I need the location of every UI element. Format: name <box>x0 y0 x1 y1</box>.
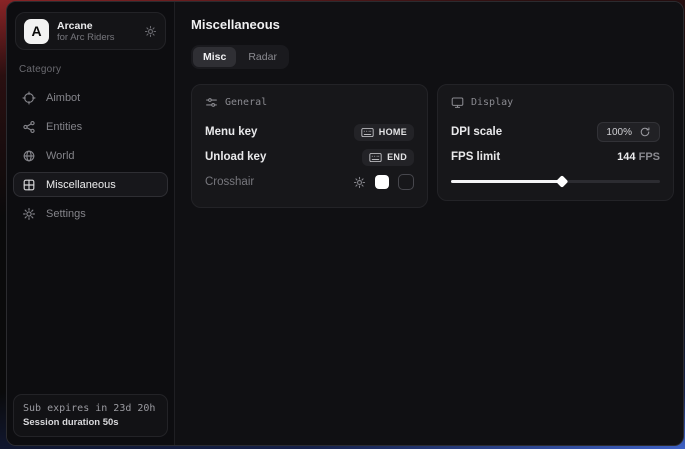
fps-limit-label: FPS limit <box>451 151 500 163</box>
fps-limit-value: 144 FPS <box>617 151 660 163</box>
crosshair-icon <box>22 91 36 105</box>
sliders-icon <box>205 96 218 109</box>
keyboard-icon <box>361 127 374 138</box>
brand-gear-icon[interactable] <box>144 25 157 38</box>
crosshair-settings-gear-icon[interactable] <box>353 176 366 189</box>
sidebar-item-entities[interactable]: Entities <box>13 114 168 139</box>
sidebar: A Arcane for Arc Riders Category <box>7 2 175 445</box>
brand-title: Arcane <box>57 20 136 32</box>
unload-key-value: END <box>387 152 407 162</box>
dpi-scale-control[interactable]: 100% <box>597 122 660 142</box>
crosshair-row: Crosshair <box>205 170 414 194</box>
sidebar-item-aimbot[interactable]: Aimbot <box>13 85 168 110</box>
sidebar-item-label: Settings <box>46 208 86 220</box>
entities-icon <box>22 120 36 134</box>
category-label: Category <box>19 64 162 75</box>
fps-limit-row: FPS limit 144 FPS <box>451 145 660 169</box>
menu-key-value: HOME <box>379 127 407 137</box>
sidebar-item-settings[interactable]: Settings <box>13 201 168 226</box>
fps-limit-slider[interactable] <box>451 175 660 187</box>
sidebar-item-label: Miscellaneous <box>46 179 116 191</box>
general-panel-title: General <box>225 97 267 108</box>
sidebar-item-world[interactable]: World <box>13 143 168 168</box>
display-panel-title: Display <box>471 97 513 108</box>
grid-icon <box>22 178 36 192</box>
app-logo: A <box>24 19 49 44</box>
fps-slider-fill <box>451 180 562 183</box>
unload-key-row: Unload key END <box>205 145 414 169</box>
unload-key-label: Unload key <box>205 151 266 163</box>
fps-number: 144 <box>617 151 635 163</box>
menu-key-bind-button[interactable]: HOME <box>354 124 414 141</box>
fps-unit: FPS <box>639 151 660 163</box>
monitor-icon <box>451 96 464 109</box>
menu-key-row: Menu key HOME <box>205 120 414 144</box>
unload-key-bind-button[interactable]: END <box>362 149 414 166</box>
session-duration-text: Session duration 50s <box>23 416 158 429</box>
keyboard-icon <box>369 152 382 163</box>
brand-subtitle: for Arc Riders <box>57 32 136 43</box>
fps-slider-thumb[interactable] <box>555 175 568 188</box>
page-title: Miscellaneous <box>191 17 674 32</box>
dpi-scale-row: DPI scale 100% <box>451 120 660 144</box>
tab-bar: Misc Radar <box>191 45 289 69</box>
crosshair-enable-checkbox[interactable] <box>398 174 414 190</box>
globe-icon <box>22 149 36 163</box>
crosshair-controls <box>353 174 414 190</box>
general-panel-header: General <box>205 96 414 109</box>
menu-key-label: Menu key <box>205 126 257 138</box>
sidebar-item-label: World <box>46 150 75 162</box>
dpi-scale-value: 100% <box>606 127 632 138</box>
sidebar-item-miscellaneous[interactable]: Miscellaneous <box>13 172 168 197</box>
crosshair-color-swatch[interactable] <box>375 175 389 189</box>
panels-row: General Menu key HOME Unload key <box>191 84 674 208</box>
tab-misc[interactable]: Misc <box>193 47 236 67</box>
sidebar-item-label: Entities <box>46 121 82 133</box>
brand-card: A Arcane for Arc Riders <box>15 12 166 50</box>
tab-radar[interactable]: Radar <box>238 47 287 67</box>
display-panel: Display DPI scale 100% FPS limit <box>437 84 674 201</box>
gear-icon <box>22 207 36 221</box>
subscription-status-card: Sub expires in 23d 20h Session duration … <box>13 394 168 437</box>
brand-text: Arcane for Arc Riders <box>57 20 136 43</box>
sidebar-item-label: Aimbot <box>46 92 80 104</box>
refresh-icon[interactable] <box>639 126 651 138</box>
app-window: A Arcane for Arc Riders Category <box>6 1 684 446</box>
dpi-scale-label: DPI scale <box>451 126 502 138</box>
crosshair-label: Crosshair <box>205 176 254 188</box>
main-content: Miscellaneous Misc Radar General <box>175 2 684 445</box>
display-panel-header: Display <box>451 96 660 109</box>
general-panel: General Menu key HOME Unload key <box>191 84 428 208</box>
sidebar-nav: Aimbot Entities World <box>13 85 168 226</box>
sub-expiry-text: Sub expires in 23d 20h <box>23 402 158 416</box>
